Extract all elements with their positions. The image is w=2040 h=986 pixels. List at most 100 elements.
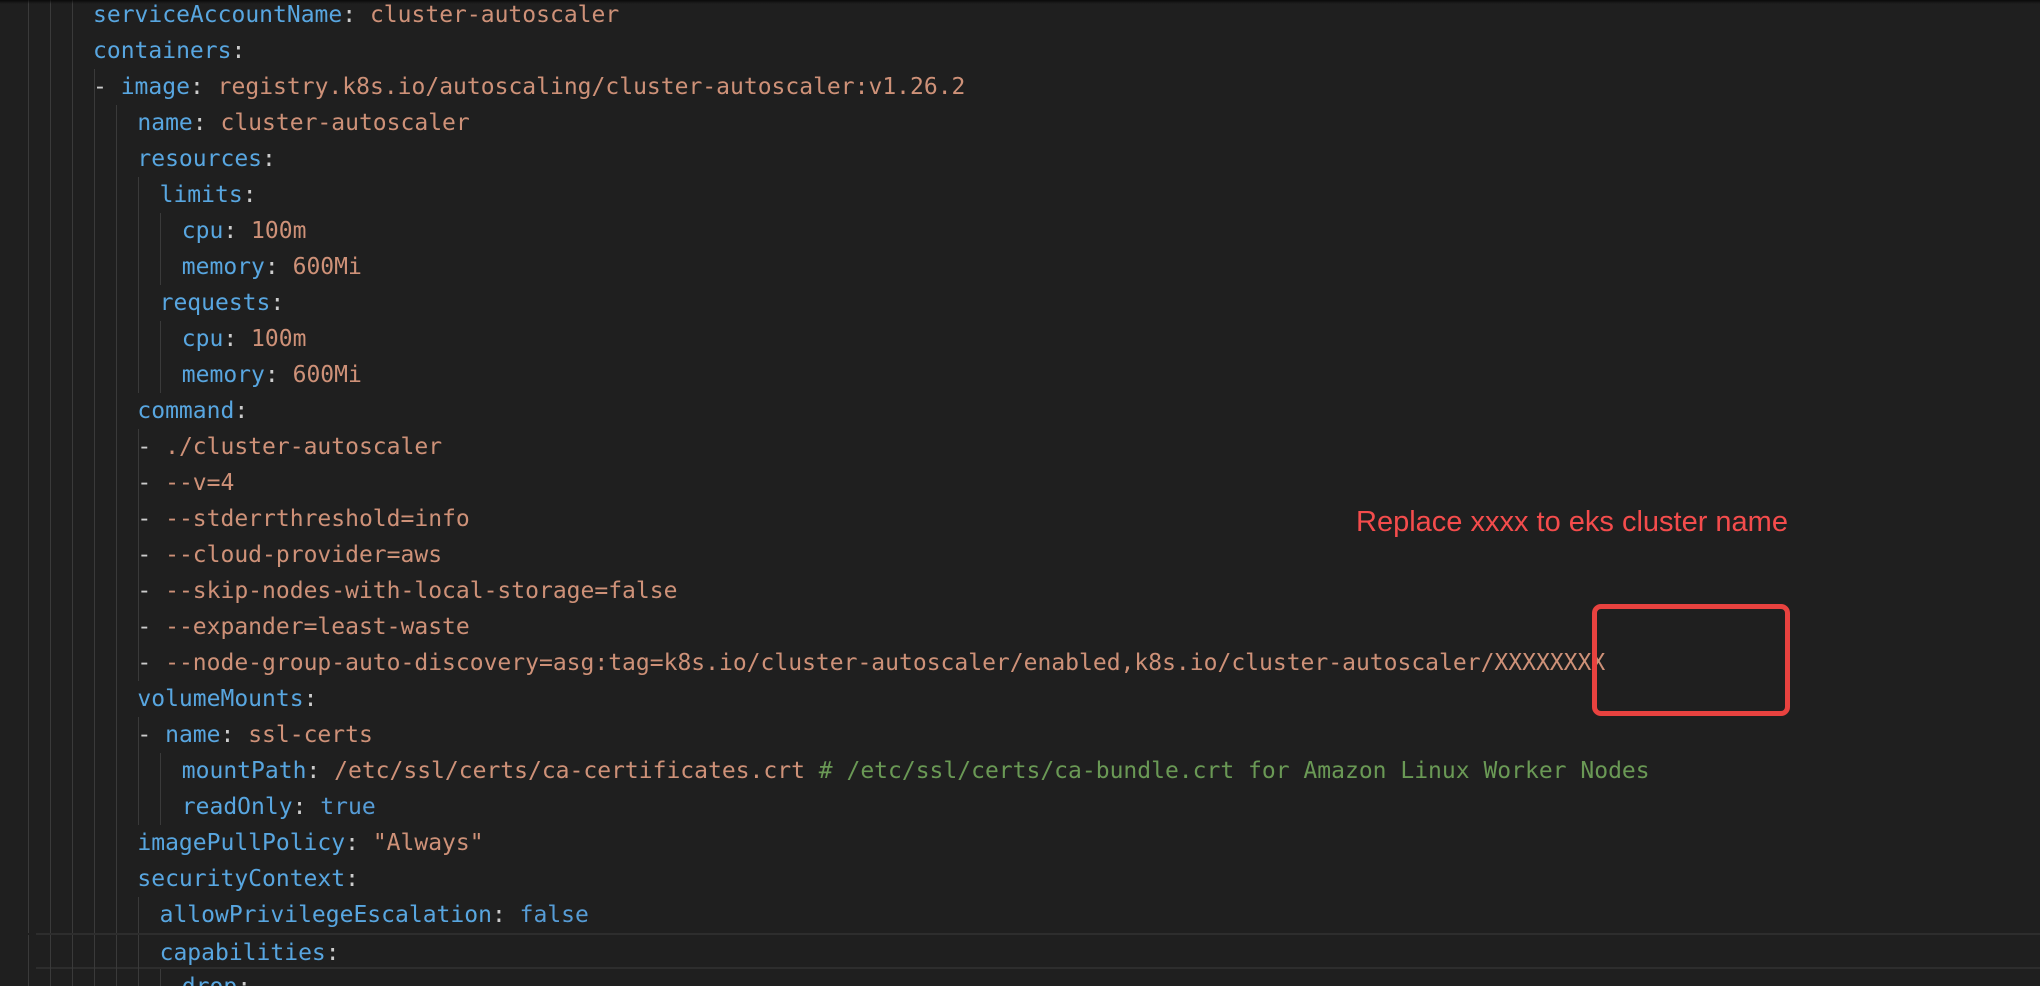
code-line[interactable]: command: (0, 393, 2040, 429)
indent-guide (72, 681, 73, 717)
code-line[interactable]: - image: registry.k8s.io/autoscaling/clu… (0, 69, 2040, 105)
yaml-key: requests (159, 290, 271, 316)
indent-guide (72, 393, 73, 429)
code-line[interactable]: securityContext: (0, 861, 2040, 897)
indent-guide (28, 609, 29, 645)
indent-guide (138, 213, 139, 249)
indent-guide (50, 645, 51, 681)
indent-guide (94, 753, 95, 789)
code-text: - --expander=least-waste (137, 609, 469, 645)
indent-guide (50, 501, 51, 537)
yaml-separator: : (345, 866, 359, 892)
code-line[interactable]: mountPath: /etc/ssl/certs/ca-certificate… (0, 753, 2040, 789)
code-line[interactable]: cpu: 100m (0, 213, 2040, 249)
yaml-key: containers (93, 38, 232, 64)
code-line[interactable]: - name: ssl-certs (0, 717, 2040, 753)
indent-guide (28, 789, 29, 825)
code-text: resources: (137, 141, 275, 177)
indent-guide (160, 321, 161, 357)
yaml-separator: : (345, 830, 373, 856)
code-editor[interactable]: serviceAccountName: cluster-autoscaler co… (0, 0, 2040, 986)
indent-guide (94, 465, 95, 501)
yaml-separator: : (220, 722, 249, 748)
indent-guide (50, 393, 51, 429)
code-line[interactable]: imagePullPolicy: "Always" (0, 825, 2040, 861)
code-text: cpu: 100m (182, 213, 307, 249)
indent-guide (72, 69, 73, 105)
annotation-note: Replace xxxx to eks cluster name (1356, 506, 1788, 538)
indent-guide (50, 753, 51, 789)
yaml-separator: : (231, 38, 246, 64)
indent-guide (94, 935, 95, 971)
code-text: containers: (93, 33, 245, 69)
indent-guide (72, 0, 73, 33)
code-line[interactable]: - --cloud-provider=aws (0, 537, 2040, 573)
indent-guide (116, 645, 117, 681)
code-line[interactable]: serviceAccountName: cluster-autoscaler (0, 0, 2040, 33)
indent-guide (50, 177, 51, 213)
yaml-value: --stderrthreshold=info (165, 506, 470, 532)
indent-guide (28, 825, 29, 861)
indent-guide (116, 573, 117, 609)
code-text: - --v=4 (137, 465, 234, 501)
code-line[interactable]: cpu: 100m (0, 321, 2040, 357)
yaml-value: --v=4 (165, 470, 235, 496)
code-text: requests: (160, 285, 285, 321)
code-line[interactable]: capabilities: (28, 933, 2040, 971)
indent-guide (116, 537, 117, 573)
indent-guide (116, 501, 117, 537)
code-text: allowPrivilegeEscalation: false (160, 897, 589, 933)
list-dash: - (137, 542, 166, 568)
indent-guide (160, 969, 161, 986)
code-line[interactable]: readOnly: true (0, 789, 2040, 825)
code-text: drop: (182, 969, 251, 986)
code-line[interactable]: memory: 600Mi (0, 249, 2040, 285)
yaml-value: "Always" (372, 830, 484, 856)
indent-guide (72, 105, 73, 141)
indent-guide (116, 285, 117, 321)
list-dash: - (137, 722, 166, 748)
code-text: - name: ssl-certs (137, 717, 372, 753)
yaml-separator: : (237, 974, 251, 986)
code-line[interactable]: - --v=4 (0, 465, 2040, 501)
yaml-separator: : (262, 146, 276, 172)
yaml-value: false (519, 902, 589, 928)
code-line[interactable]: resources: (0, 141, 2040, 177)
indent-guide (72, 935, 73, 971)
yaml-key: cpu (181, 326, 224, 352)
indent-guide (94, 321, 95, 357)
indent-guide (28, 935, 29, 971)
indent-guide (116, 935, 117, 971)
yaml-value: ./cluster-autoscaler (165, 434, 443, 460)
indent-guide (116, 609, 117, 645)
code-line[interactable]: - ./cluster-autoscaler (0, 429, 2040, 465)
indent-guide (94, 429, 95, 465)
indent-guide (160, 753, 161, 789)
indent-guide (94, 825, 95, 861)
code-line[interactable]: requests: (0, 285, 2040, 321)
code-text: - --skip-nodes-with-local-storage=false (137, 573, 677, 609)
code-line[interactable]: memory: 600Mi (0, 357, 2040, 393)
code-line[interactable]: drop: (0, 969, 2040, 986)
code-line[interactable]: allowPrivilegeEscalation: false (0, 897, 2040, 933)
indent-guide (72, 825, 73, 861)
indent-guide (50, 465, 51, 501)
indent-guide (50, 321, 51, 357)
indent-guide (72, 213, 73, 249)
indent-guide (72, 429, 73, 465)
indent-guide (50, 0, 51, 33)
indent-guide (116, 465, 117, 501)
code-text: memory: 600Mi (182, 249, 362, 285)
indent-guide (94, 177, 95, 213)
indent-guide (72, 861, 73, 897)
code-line[interactable]: containers: (0, 33, 2040, 69)
indent-guide (72, 897, 73, 933)
annotation-highlight-box (1592, 604, 1790, 716)
yaml-value: 100m (251, 326, 307, 352)
indent-guide (94, 609, 95, 645)
code-line[interactable]: limits: (0, 177, 2040, 213)
code-line[interactable]: name: cluster-autoscaler (0, 105, 2040, 141)
code-text: capabilities: (160, 935, 340, 971)
indent-guide (94, 213, 95, 249)
indent-guide (50, 935, 51, 971)
